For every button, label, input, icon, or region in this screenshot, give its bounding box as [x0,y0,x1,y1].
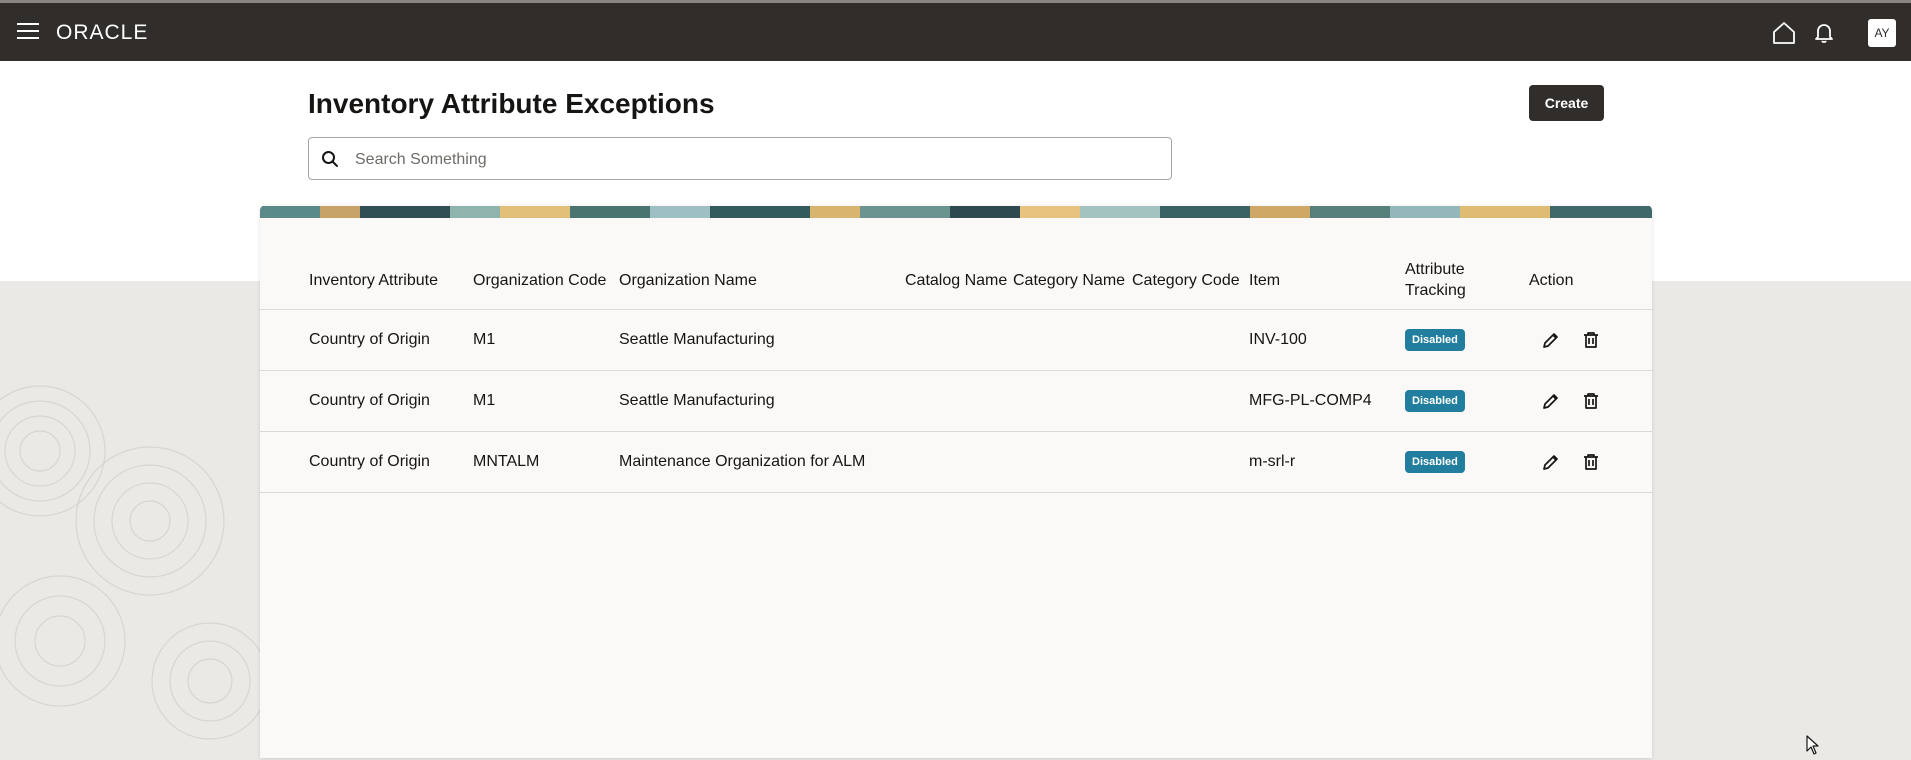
cell-inventory-attribute: Country of Origin [309,309,473,371]
table-row[interactable]: Country of Origin MNTALM Maintenance Org… [260,431,1652,493]
column-header[interactable]: Attribute Tracking [1405,247,1529,310]
column-header[interactable]: Organization Name [619,247,905,310]
cell-category-code [1132,309,1249,371]
delete-icon[interactable] [1579,328,1603,352]
cell-organization-code: MNTALM [473,431,619,493]
oracle-logo[interactable]: ORACLE [56,21,148,45]
search-field[interactable] [308,137,1172,180]
create-button[interactable]: Create [1529,85,1604,121]
cell-inventory-attribute: Country of Origin [309,370,473,432]
cell-attribute-tracking: Disabled [1405,431,1529,493]
status-badge: Disabled [1405,390,1465,412]
cell-action [1529,309,1652,371]
cell-catalog-name [905,370,1013,432]
cell-category-name [1013,309,1132,371]
edit-icon[interactable] [1539,389,1563,413]
mouse-cursor-icon [1806,735,1820,760]
bell-icon[interactable] [1811,20,1837,46]
column-header[interactable]: Category Code [1132,247,1249,310]
background-pattern [0,281,260,758]
column-header: Action [1529,247,1652,310]
cell-catalog-name [905,309,1013,371]
cell-category-name [1013,431,1132,493]
column-header[interactable]: Category Name [1013,247,1132,310]
cell-attribute-tracking: Disabled [1405,370,1529,432]
exceptions-table: Inventory Attribute Organization Code Or… [260,247,1652,493]
column-header[interactable]: Catalog Name [905,247,1013,310]
page-title: Inventory Attribute Exceptions [308,88,715,119]
table-row[interactable]: Country of Origin M1 Seattle Manufacturi… [260,309,1652,371]
top-bar: ORACLE AY [0,0,1911,61]
edit-icon[interactable] [1539,328,1563,352]
column-header[interactable]: Inventory Attribute [309,247,473,310]
cell-organization-code: M1 [473,309,619,371]
search-input[interactable] [353,146,1157,174]
cell-item: INV-100 [1249,309,1405,371]
cell-organization-name: Seattle Manufacturing [619,370,905,432]
search-icon [321,150,339,173]
cell-catalog-name [905,431,1013,493]
cell-action [1529,370,1652,432]
results-card: Inventory Attribute Organization Code Or… [260,205,1652,758]
delete-icon[interactable] [1579,450,1603,474]
status-badge: Disabled [1405,329,1465,351]
cell-organization-code: M1 [473,370,619,432]
cell-item: MFG-PL-COMP4 [1249,370,1405,432]
status-badge: Disabled [1405,451,1465,473]
delete-icon[interactable] [1579,389,1603,413]
cell-inventory-attribute: Country of Origin [309,431,473,493]
avatar[interactable]: AY [1868,19,1896,47]
card-banner [260,205,1652,218]
table-row[interactable]: Country of Origin M1 Seattle Manufacturi… [260,370,1652,432]
cell-item: m-srl-r [1249,431,1405,493]
cell-attribute-tracking: Disabled [1405,309,1529,371]
cell-category-code [1132,370,1249,432]
cell-category-name [1013,370,1132,432]
table-header-row: Inventory Attribute Organization Code Or… [260,247,1652,310]
cell-action [1529,431,1652,493]
column-header[interactable]: Item [1249,247,1405,310]
menu-icon[interactable] [17,23,39,41]
cell-category-code [1132,431,1249,493]
cell-organization-name: Maintenance Organization for ALM [619,431,905,493]
column-header[interactable]: Organization Code [473,247,619,310]
cell-organization-name: Seattle Manufacturing [619,309,905,371]
edit-icon[interactable] [1539,450,1563,474]
home-icon[interactable] [1771,20,1797,46]
